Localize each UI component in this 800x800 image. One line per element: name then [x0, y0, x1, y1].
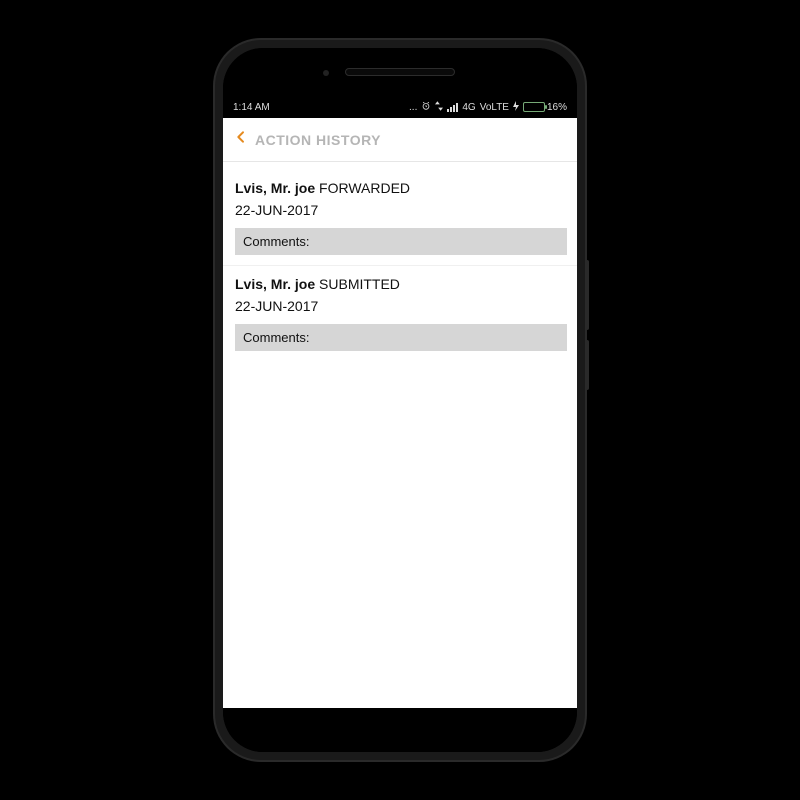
- phone-frame: 1:14 AM ... 4G VoLTE 16%: [215, 40, 585, 760]
- phone-bottom-bezel: [223, 708, 577, 752]
- charging-icon: [513, 101, 519, 114]
- history-title: Lvis, Mr. joe SUBMITTED: [235, 276, 565, 292]
- battery-icon: [523, 102, 545, 112]
- history-title: Lvis, Mr. joe FORWARDED: [235, 180, 565, 196]
- status-dots: ...: [409, 102, 417, 113]
- comments-field[interactable]: Comments:: [235, 228, 567, 255]
- history-item: Lvis, Mr. joe SUBMITTED 22-JUN-2017 Comm…: [223, 265, 577, 351]
- back-icon[interactable]: [233, 129, 249, 150]
- battery-indicator: 16%: [523, 102, 567, 113]
- comments-field[interactable]: Comments:: [235, 324, 567, 351]
- history-item: Lvis, Mr. joe FORWARDED 22-JUN-2017 Comm…: [223, 170, 577, 255]
- history-list: Lvis, Mr. joe FORWARDED 22-JUN-2017 Comm…: [223, 162, 577, 361]
- history-date: 22-JUN-2017: [235, 202, 565, 218]
- action-label: SUBMITTED: [319, 276, 400, 292]
- power-button: [585, 340, 589, 390]
- volume-button: [585, 260, 589, 330]
- app-header: ACTION HISTORY: [223, 118, 577, 162]
- status-time: 1:14 AM: [233, 102, 270, 113]
- alarm-icon: [421, 101, 431, 114]
- history-date: 22-JUN-2017: [235, 298, 565, 314]
- action-label: FORWARDED: [319, 180, 410, 196]
- phone-screen: 1:14 AM ... 4G VoLTE 16%: [223, 48, 577, 752]
- network-label: 4G: [462, 102, 475, 113]
- updown-icon: [435, 101, 443, 114]
- actor-name: Lvis, Mr. joe: [235, 276, 315, 292]
- actor-name: Lvis, Mr. joe: [235, 180, 315, 196]
- battery-text: 16%: [547, 102, 567, 113]
- status-bar: 1:14 AM ... 4G VoLTE 16%: [223, 96, 577, 118]
- app-screen: ACTION HISTORY Lvis, Mr. joe FORWARDED 2…: [223, 118, 577, 708]
- page-title: ACTION HISTORY: [255, 132, 381, 148]
- phone-camera: [323, 70, 329, 76]
- status-right: ... 4G VoLTE 16%: [409, 101, 567, 114]
- phone-speaker: [345, 68, 455, 76]
- signal-icon: [447, 103, 458, 112]
- volte-label: VoLTE: [480, 102, 509, 113]
